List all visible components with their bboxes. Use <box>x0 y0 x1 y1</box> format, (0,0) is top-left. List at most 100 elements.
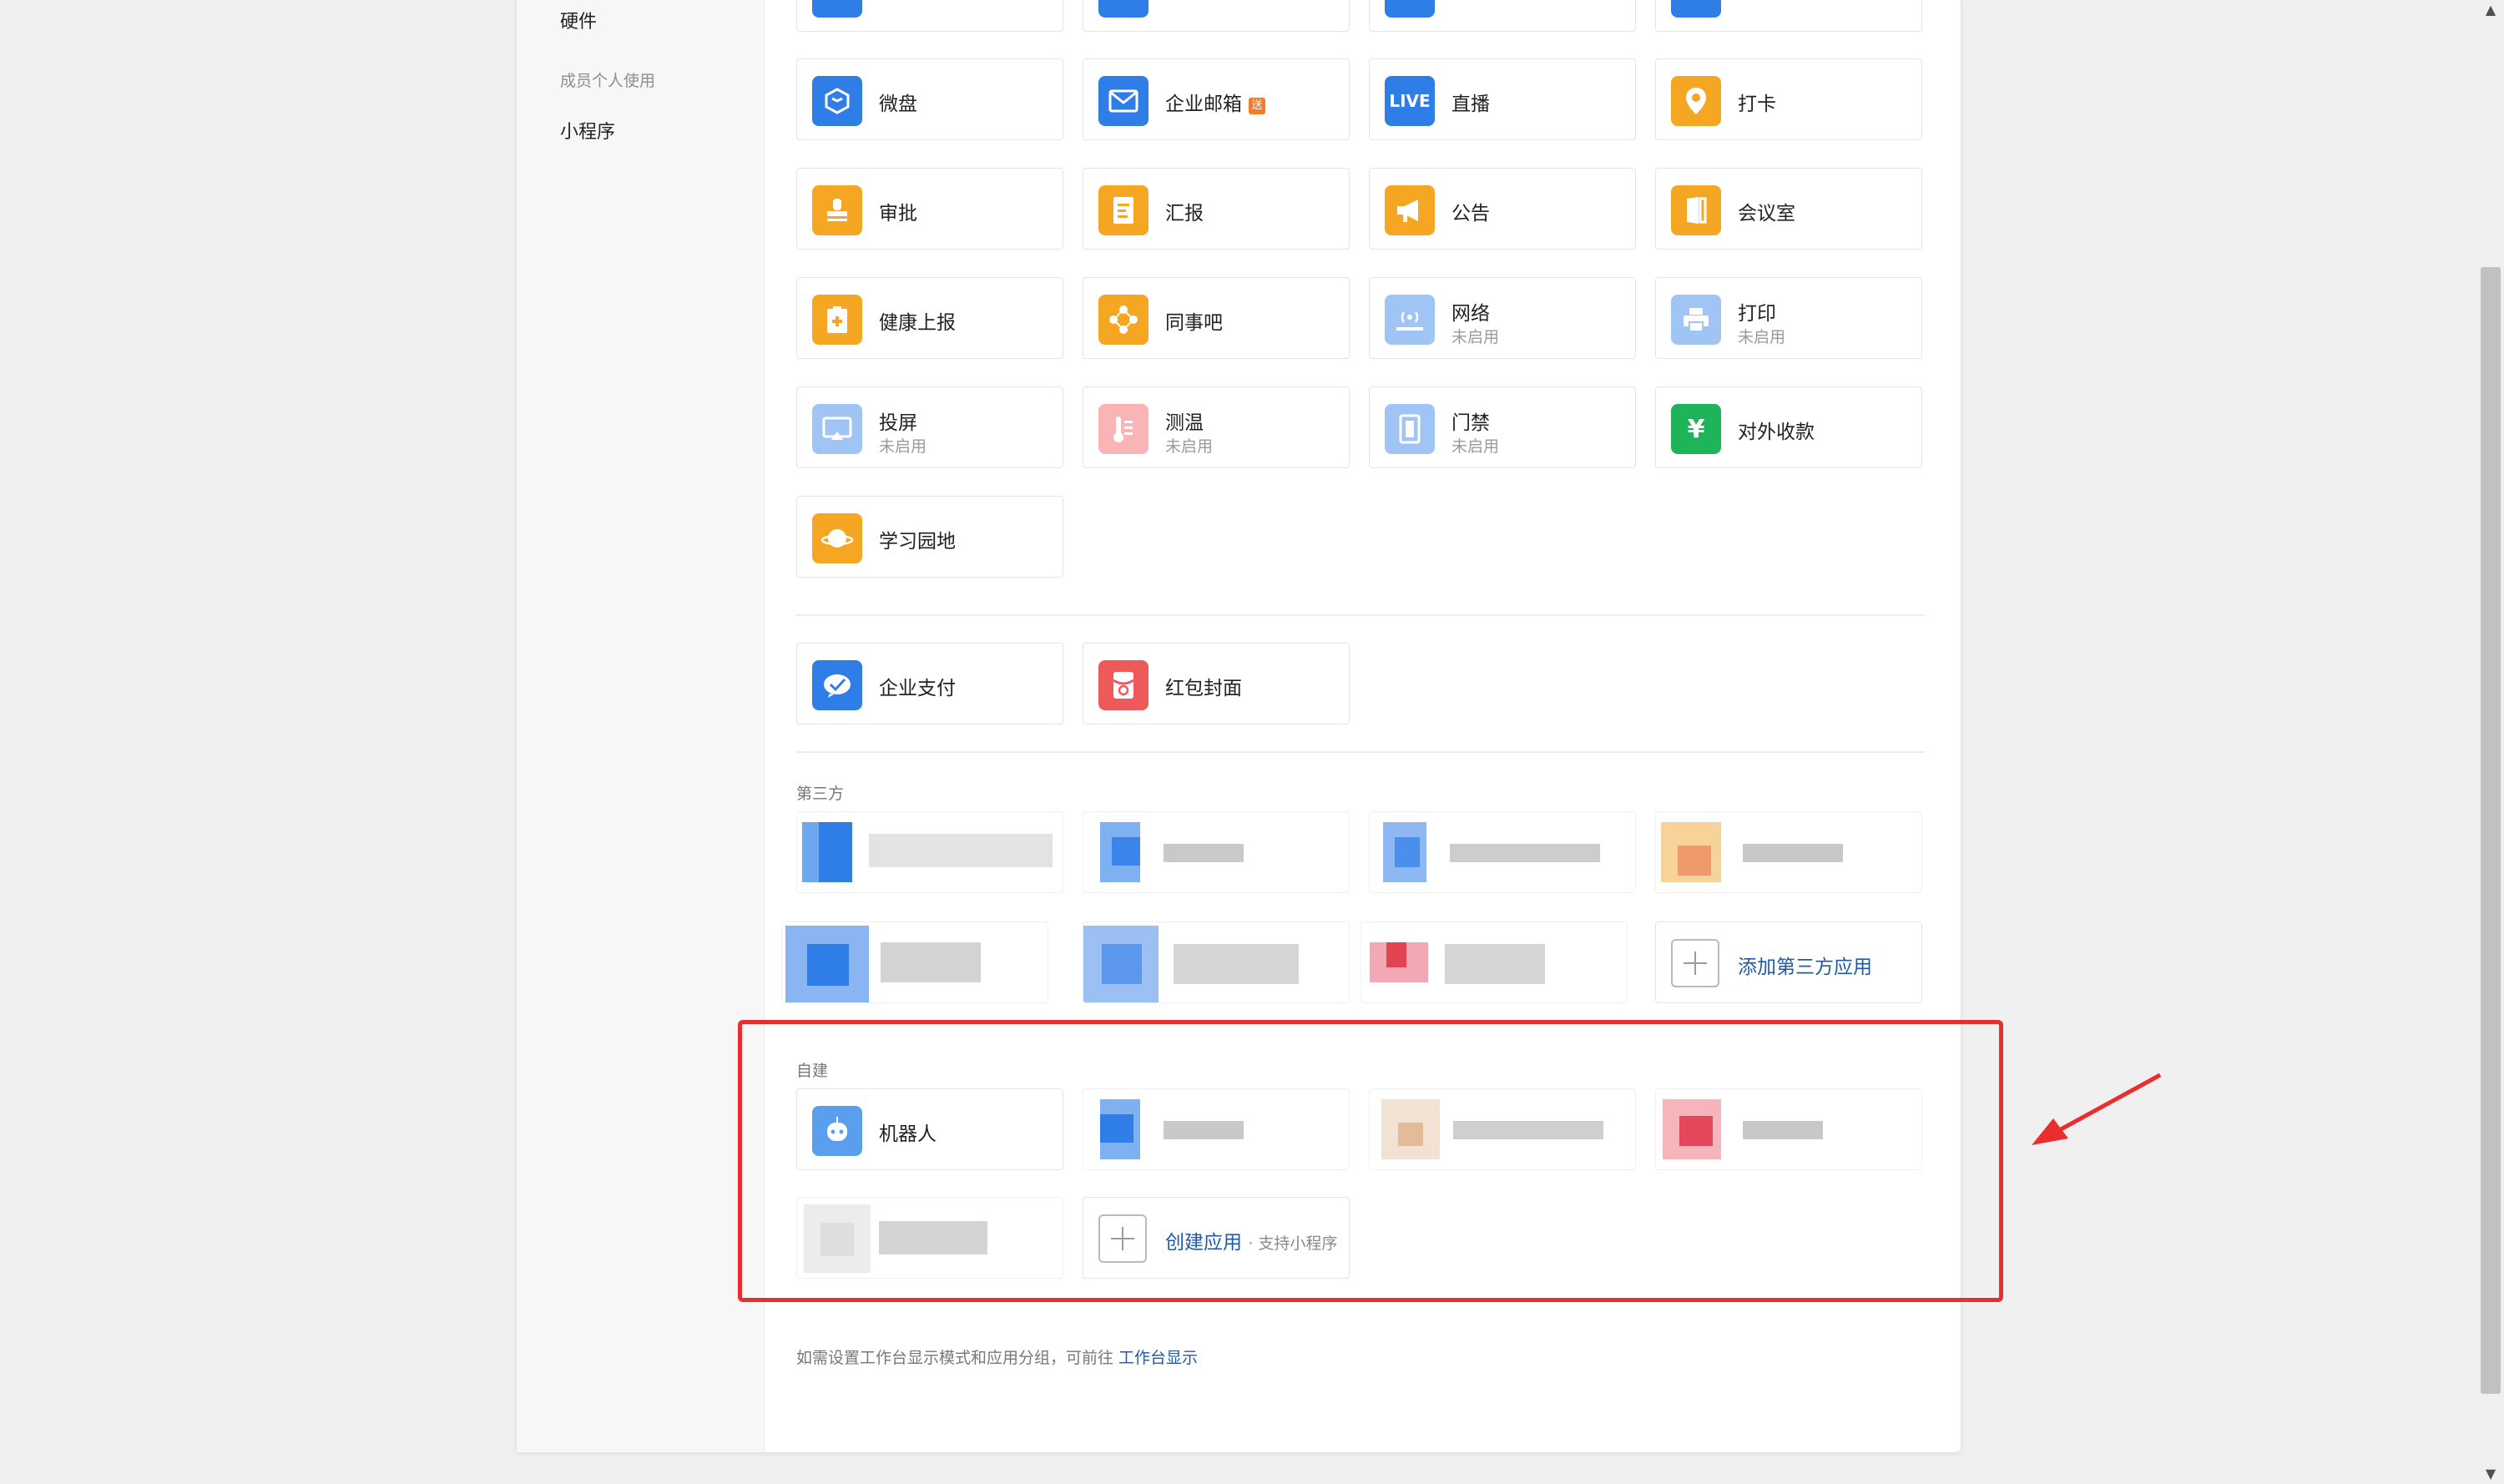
sidebar-item-hardware[interactable]: 硬件 <box>560 7 597 33</box>
app-name: 打卡 <box>1738 93 1776 115</box>
app-status: 未启用 <box>1738 328 1786 346</box>
app-card-network[interactable]: 网络 未启用 <box>1369 277 1636 359</box>
add-third-party-app-button[interactable]: 添加第三方应用 <box>1655 921 1922 1003</box>
app-card-health-report[interactable]: 健康上报 <box>796 277 1063 359</box>
app-name: 学习园地 <box>879 531 956 553</box>
app-card-screen-cast[interactable]: 投屏 未启用 <box>796 386 1063 468</box>
third-party-app-pixelated[interactable] <box>1369 811 1636 893</box>
app-status: 未启用 <box>879 437 927 456</box>
sidebar-item-mini-program[interactable]: 小程序 <box>560 117 615 144</box>
app-name: 企业邮箱送 <box>1165 88 1265 116</box>
app-card-external-payment[interactable]: ¥ 对外收款 <box>1655 386 1922 468</box>
third-party-app-pixelated[interactable] <box>781 921 1048 1003</box>
app-card-live[interactable]: LIVE 直播 <box>1369 58 1636 140</box>
app-name: 审批 <box>879 203 917 225</box>
printer-icon <box>1671 295 1721 345</box>
third-party-app-pixelated[interactable] <box>1655 811 1922 893</box>
app-card-partial[interactable] <box>1655 0 1922 32</box>
app-name: 红包封面 <box>1165 678 1242 699</box>
app-card-mail[interactable]: 企业邮箱送 <box>1083 58 1350 140</box>
app-card-notice[interactable]: 公告 <box>1369 168 1636 250</box>
report-icon <box>1098 185 1149 235</box>
app-name-text: 企业邮箱 <box>1165 93 1242 115</box>
app-name: 直播 <box>1451 93 1490 115</box>
app-icon <box>1386 942 1406 967</box>
app-card-learning[interactable]: 学习园地 <box>796 496 1063 578</box>
app-card-meeting-room[interactable]: 会议室 <box>1655 168 1922 250</box>
app-card-partial[interactable] <box>796 0 1063 32</box>
sidebar: 硬件 成员个人使用 小程序 <box>517 0 765 1452</box>
third-party-label: 第三方 <box>796 785 845 803</box>
footer-text: 如需设置工作台显示模式和应用分组，可前往 <box>796 1349 1114 1367</box>
health-report-icon <box>812 295 862 345</box>
footer-note: 如需设置工作台显示模式和应用分组，可前往 工作台显示 <box>796 1345 1198 1368</box>
app-name <box>869 834 1053 867</box>
app-name <box>1445 944 1545 984</box>
app-card-partial[interactable] <box>1083 0 1350 32</box>
app-icon <box>1098 0 1149 18</box>
app-card-weipan[interactable]: 微盘 <box>796 58 1063 140</box>
app-name <box>1743 844 1843 862</box>
third-party-app-pixelated[interactable] <box>1083 811 1350 893</box>
scroll-down-icon[interactable]: ▼ <box>2477 1464 2504 1484</box>
app-card-temperature[interactable]: 测温 未启用 <box>1083 386 1350 468</box>
scroll-thumb[interactable] <box>2481 267 2501 1394</box>
app-name: 公告 <box>1451 203 1490 225</box>
location-pin-icon <box>1671 76 1721 126</box>
app-status: 未启用 <box>1165 437 1214 456</box>
app-name: 对外收款 <box>1738 421 1815 443</box>
section-divider <box>796 614 1925 616</box>
app-name <box>1164 844 1244 862</box>
red-envelope-icon <box>1098 660 1149 710</box>
app-name: 会议室 <box>1738 203 1795 225</box>
workspace-display-link[interactable]: 工作台显示 <box>1118 1349 1198 1367</box>
app-name: 企业支付 <box>879 678 956 699</box>
app-name <box>1450 844 1600 862</box>
app-card-report[interactable]: 汇报 <box>1083 168 1350 250</box>
gate-icon <box>1385 404 1435 454</box>
megaphone-icon <box>1385 185 1435 235</box>
app-icon <box>812 0 862 18</box>
plus-icon <box>1671 939 1719 987</box>
app-card-print[interactable]: 打印 未启用 <box>1655 277 1922 359</box>
app-name: 同事吧 <box>1165 312 1223 334</box>
app-card-colleague-bar[interactable]: 同事吧 <box>1083 277 1350 359</box>
app-name: 投屏 <box>879 412 917 434</box>
yuan-icon: ¥ <box>1671 404 1721 454</box>
wifi-icon <box>1385 295 1435 345</box>
scrollbar[interactable]: ▲ ▼ <box>2477 0 2504 1484</box>
app-name <box>881 942 981 982</box>
app-name: 健康上报 <box>879 312 956 334</box>
app-name: 网络 <box>1451 303 1490 325</box>
third-party-app-pixelated[interactable] <box>1083 921 1350 1003</box>
third-party-app-pixelated[interactable] <box>796 811 1063 893</box>
app-icon <box>1102 944 1142 984</box>
app-icon <box>819 822 852 882</box>
app-icon <box>1678 845 1711 876</box>
planet-icon <box>812 513 862 563</box>
app-name: 汇报 <box>1165 203 1204 225</box>
app-status: 未启用 <box>1451 437 1500 456</box>
app-name: 门禁 <box>1451 412 1490 434</box>
app-status: 未启用 <box>1451 328 1500 346</box>
annotation-arrow-icon <box>2032 1073 2162 1145</box>
third-party-app-pixelated[interactable] <box>1361 921 1628 1003</box>
live-icon: LIVE <box>1385 76 1435 126</box>
door-icon <box>1671 185 1721 235</box>
app-icon <box>1112 837 1140 866</box>
section-divider <box>796 751 1925 753</box>
network-icon <box>1098 295 1149 345</box>
app-name: 测温 <box>1165 412 1204 434</box>
highlight-box <box>738 1020 2003 1302</box>
mail-icon <box>1098 76 1149 126</box>
app-card-partial[interactable] <box>1369 0 1636 32</box>
app-card-access-control[interactable]: 门禁 未启用 <box>1369 386 1636 468</box>
app-card-enterprise-pay[interactable]: 企业支付 <box>796 643 1063 724</box>
app-card-approval[interactable]: 审批 <box>796 168 1063 250</box>
app-card-checkin[interactable]: 打卡 <box>1655 58 1922 140</box>
app-name: 打印 <box>1738 303 1776 325</box>
scroll-up-icon[interactable]: ▲ <box>2477 0 2504 20</box>
app-name: 微盘 <box>879 93 917 115</box>
stamp-icon <box>812 185 862 235</box>
app-card-red-envelope[interactable]: 红包封面 <box>1083 643 1350 724</box>
